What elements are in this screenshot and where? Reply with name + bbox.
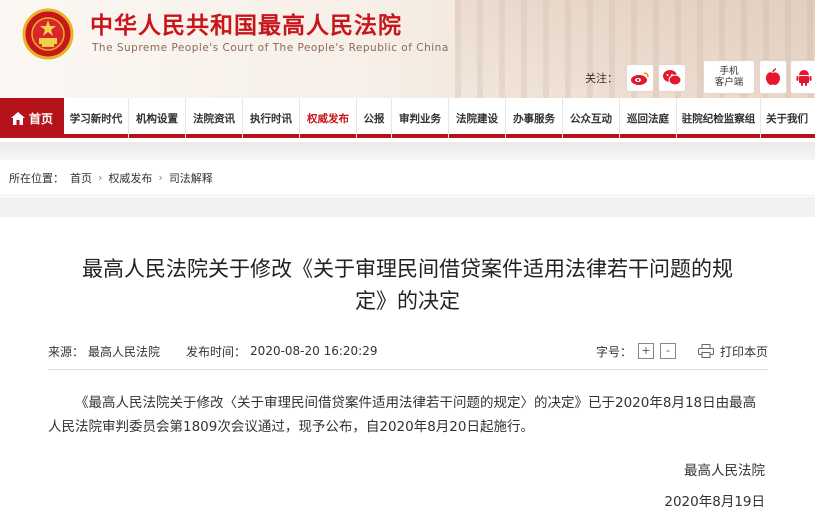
breadcrumb-quanwei[interactable]: 权威发布 <box>108 170 152 186</box>
nav-item-hudong[interactable]: 公众互动 <box>563 98 620 138</box>
wechat-button[interactable] <box>658 64 686 92</box>
nav-item-xunhui[interactable]: 巡回法庭 <box>620 98 677 138</box>
source-value: 最高人民法院 <box>88 344 161 359</box>
source-label: 来源： <box>48 344 85 359</box>
nav-item-fayuan-zixun[interactable]: 法院资讯 <box>186 98 243 138</box>
meta-divider <box>48 369 768 370</box>
follow-bar: 关注： <box>585 63 690 93</box>
nav-item-zhixing[interactable]: 执行时讯 <box>243 98 300 138</box>
site-header: 中华人民共和国最高人民法院 The Supreme People's Court… <box>0 0 815 98</box>
android-app-button[interactable] <box>790 60 815 94</box>
print-label: 打印本页 <box>719 344 768 359</box>
nav-home-label: 首页 <box>28 111 53 126</box>
mobile-client-label: 手机 客户端 <box>715 66 744 88</box>
mobile-client-button[interactable]: 手机 客户端 <box>703 60 755 94</box>
breadcrumb-sifa[interactable]: 司法解释 <box>169 170 213 186</box>
nav-item-quanwei-fabu[interactable]: 权威发布 <box>300 98 357 138</box>
main-nav: 首页 学习新时代 机构设置 法院资讯 执行时讯 权威发布 公报 审判业务 法院建… <box>0 98 815 138</box>
article-body: 《最高人民法院关于修改〈关于审理民间借贷案件适用法律若干问题的规定〉的决定》已于… <box>48 395 757 435</box>
article-meta: 来源： 最高人民法院 发布时间： 2020-08-20 16:20:29 字号：… <box>48 341 768 361</box>
article-tools: 字号： + - 打印本页 <box>596 341 768 361</box>
weibo-button[interactable] <box>626 64 654 92</box>
date-value: 2020-08-20 16:20:29 <box>250 344 378 358</box>
nav-shadow <box>0 142 815 160</box>
national-emblem-icon[interactable] <box>22 8 74 60</box>
font-increase-button[interactable]: + <box>637 343 654 359</box>
wechat-icon <box>663 70 682 86</box>
android-icon <box>796 70 812 86</box>
home-icon <box>10 111 25 125</box>
nav-item-gongbao[interactable]: 公报 <box>357 98 392 138</box>
nav-item-jianshe[interactable]: 法院建设 <box>449 98 506 138</box>
nav-home[interactable]: 首页 <box>0 98 64 138</box>
nav-item-xuexi[interactable]: 学习新时代 <box>64 98 129 138</box>
font-size-label: 字号： <box>595 344 632 359</box>
article: 最高人民法院关于修改《关于审理民间借贷案件适用法律若干问题的规定》的决定 来源：… <box>0 217 815 525</box>
nav-item-shenpan[interactable]: 审判业务 <box>392 98 449 138</box>
print-button[interactable]: 打印本页 <box>697 343 768 360</box>
weibo-icon <box>631 72 649 85</box>
nav-item-banshi[interactable]: 办事服务 <box>506 98 563 138</box>
printer-icon <box>697 344 714 358</box>
breadcrumb-home[interactable]: 首页 <box>70 170 92 186</box>
nav-item-guanyu[interactable]: 关于我们 <box>761 98 813 138</box>
section-gap <box>0 197 815 217</box>
article-sign-date: 2020年8月19日 <box>664 494 765 510</box>
article-title: 最高人民法院关于修改《关于审理民间借贷案件适用法律若干问题的规定》的决定 <box>82 257 733 313</box>
font-decrease-button[interactable]: - <box>659 343 676 359</box>
apple-app-button[interactable] <box>759 60 787 94</box>
article-signature: 最高人民法院 <box>684 463 765 479</box>
breadcrumb-chevron-icon: › <box>98 171 103 184</box>
follow-label: 关注： <box>585 72 618 85</box>
app-label-line2: 客户端 <box>714 77 744 88</box>
breadcrumb: 所在位置： 首页 › 权威发布 › 司法解释 <box>0 160 815 196</box>
nav-item-jigou[interactable]: 机构设置 <box>129 98 186 138</box>
date-label: 发布时间： <box>186 344 247 359</box>
site-subtitle: The Supreme People's Court of The People… <box>92 42 449 54</box>
nav-item-jijian[interactable]: 驻院纪检监察组 <box>677 98 761 138</box>
breadcrumb-label: 所在位置： <box>9 171 64 185</box>
apple-icon <box>766 68 780 85</box>
app-label-line1: 手机 <box>719 66 739 77</box>
breadcrumb-chevron-icon: › <box>158 171 163 184</box>
site-title[interactable]: 中华人民共和国最高人民法院 <box>90 6 402 40</box>
